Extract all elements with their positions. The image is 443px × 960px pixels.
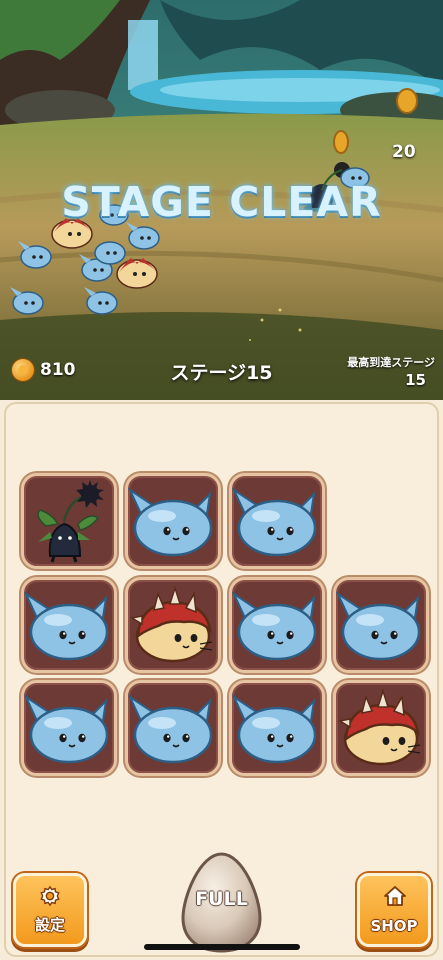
board-slot-blue-slime[interactable]	[125, 680, 221, 776]
board-slot-red-spiky-slime[interactable]	[125, 577, 221, 673]
damage-popup: 20	[392, 142, 416, 162]
summon-label: FULL	[195, 888, 248, 910]
board-slot-blue-slime[interactable]	[125, 473, 221, 569]
board-slot-sprout[interactable]	[21, 473, 117, 569]
board-slot-blue-slime[interactable]	[229, 680, 325, 776]
best-stage-label: 最高到達ステージ	[347, 356, 435, 369]
settings-button[interactable]: 設定	[13, 873, 87, 947]
summon-egg-button[interactable]: FULL	[181, 852, 262, 953]
home-indicator	[144, 944, 300, 950]
board-slot-blue-slime[interactable]	[21, 680, 117, 776]
shop-button[interactable]: SHOP	[357, 873, 431, 947]
stage-clear-banner: STAGE CLEAR	[61, 178, 382, 226]
best-stage-value: 15	[405, 371, 426, 389]
shop-label: SHOP	[370, 917, 418, 935]
board-slot-blue-slime[interactable]	[229, 473, 325, 569]
home-icon	[384, 886, 406, 906]
settings-label: 設定	[34, 916, 65, 934]
board-slot-red-spiky-slime[interactable]	[333, 680, 429, 776]
board-slot-blue-slime[interactable]	[333, 577, 429, 673]
battle-scene: STAGE CLEAR 20 810 ステージ15 最高到達ステージ 15	[0, 0, 443, 400]
board-slot-blue-slime[interactable]	[229, 577, 325, 673]
board-slot-blue-slime[interactable]	[21, 577, 117, 673]
gear-icon	[40, 885, 60, 907]
